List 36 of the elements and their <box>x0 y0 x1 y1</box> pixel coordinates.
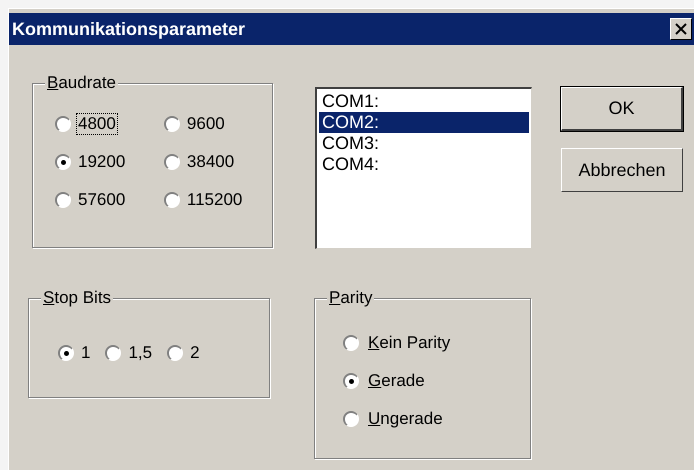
radio-button[interactable] <box>58 345 74 361</box>
radio-label: 115200 <box>186 190 244 210</box>
radio-button[interactable] <box>164 154 180 170</box>
radio-label: 38400 <box>186 152 236 172</box>
port-item[interactable]: COM1: <box>319 91 529 112</box>
window-title: Kommunikationsparameter <box>12 18 246 41</box>
radio-button[interactable] <box>105 345 122 361</box>
radio-button[interactable] <box>343 335 359 351</box>
radio-button[interactable] <box>164 192 180 208</box>
group-label: Stop Bits <box>41 288 114 308</box>
port-item[interactable]: COM3: <box>319 133 529 154</box>
radio-button[interactable] <box>343 411 359 427</box>
radio-label: Ungerade <box>367 409 444 429</box>
port-item[interactable]: COM2: <box>319 112 529 133</box>
radio-label: 4800 <box>77 114 117 134</box>
radio-label: Kein Parity <box>367 333 452 353</box>
close-button[interactable] <box>670 18 692 40</box>
dialog-button[interactable]: Abbrechen <box>561 148 683 192</box>
group-label: Parity <box>327 288 374 308</box>
radio-label: 57600 <box>77 190 126 210</box>
radio-label: 1,5 <box>127 343 154 363</box>
radio-button[interactable] <box>164 116 180 132</box>
radio-button[interactable] <box>343 373 359 389</box>
radio-label: 19200 <box>77 152 126 172</box>
dialog-button[interactable]: OK <box>561 87 683 131</box>
radio-button[interactable] <box>55 192 71 208</box>
radio-label: 9600 <box>186 114 226 134</box>
radio-button[interactable] <box>55 116 71 132</box>
radio-label: Gerade <box>367 371 426 391</box>
group-label: Baudrate <box>45 73 118 93</box>
port-item[interactable]: COM4: <box>319 154 529 175</box>
radio-label: 2 <box>189 343 201 363</box>
close-icon <box>675 23 687 35</box>
radio-label: 1 <box>80 343 92 363</box>
radio-button[interactable] <box>167 345 184 361</box>
radio-button[interactable] <box>55 154 71 170</box>
